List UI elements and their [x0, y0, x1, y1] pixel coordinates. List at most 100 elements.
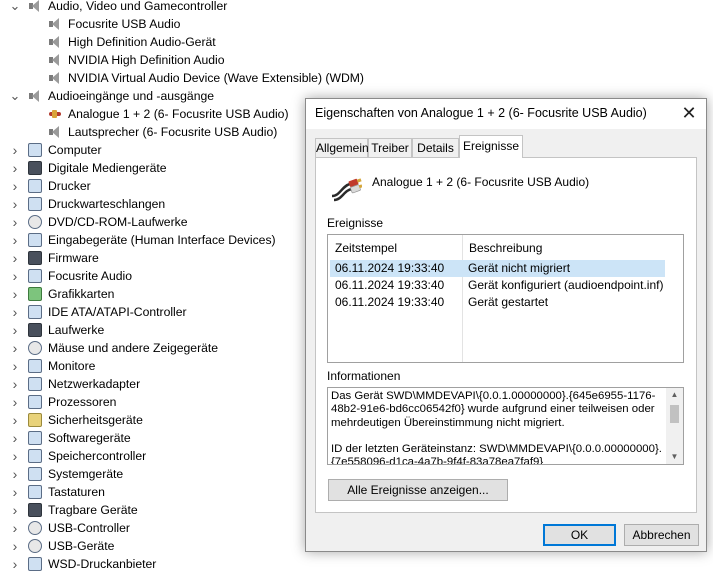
chevron-right-icon[interactable]: ›	[8, 339, 22, 357]
chevron-right-icon[interactable]: ›	[8, 321, 22, 339]
tree-item[interactable]: › Grafikkarten	[13, 285, 115, 303]
scroll-thumb[interactable]	[670, 405, 679, 423]
tree-item-label: Speichercontroller	[48, 449, 147, 463]
chevron-right-icon[interactable]: ›	[8, 483, 22, 501]
tree-item[interactable]: NVIDIA Virtual Audio Device (Wave Extens…	[48, 69, 364, 87]
tree-item[interactable]: › WSD-Druckanbieter	[13, 555, 157, 573]
tree-item[interactable]: ⌄ Audioeingänge und -ausgänge	[10, 87, 214, 105]
tree-item[interactable]: › Prozessoren	[13, 393, 117, 411]
tree-item[interactable]: › USB-Geräte	[13, 537, 115, 555]
chevron-right-icon[interactable]: ›	[8, 213, 22, 231]
chevron-right-icon[interactable]: ›	[8, 555, 22, 573]
events-section-label: Ereignisse	[327, 216, 384, 230]
events-panel: Analogue 1 + 2 (6- Focusrite USB Audio) …	[315, 157, 697, 513]
tree-item-label: NVIDIA High Definition Audio	[68, 53, 225, 67]
close-icon[interactable]: ✕	[676, 101, 702, 127]
tree-item[interactable]: Focusrite USB Audio	[48, 15, 180, 33]
ok-button[interactable]: OK	[543, 524, 616, 546]
tree-item-label: Drucker	[48, 179, 91, 193]
chevron-right-icon[interactable]: ›	[8, 177, 22, 195]
chevron-right-icon[interactable]: ›	[8, 393, 22, 411]
tab-ereignisse[interactable]: Ereignisse	[459, 135, 523, 158]
chevron-right-icon[interactable]: ›	[8, 375, 22, 393]
chevron-right-icon[interactable]: ›	[8, 267, 22, 285]
tree-item[interactable]: › Softwaregeräte	[13, 429, 131, 447]
tree-item[interactable]: › Laufwerke	[13, 321, 105, 339]
disc-drive-icon	[28, 215, 42, 229]
processor-icon	[28, 395, 42, 409]
scroll-down-icon[interactable]: ▼	[666, 450, 683, 464]
tree-item[interactable]: › Monitore	[13, 357, 96, 375]
tree-item[interactable]: › USB-Controller	[13, 519, 130, 537]
chevron-right-icon[interactable]: ›	[8, 501, 22, 519]
tree-item[interactable]: Analogue 1 + 2 (6- Focusrite USB Audio)	[48, 105, 289, 123]
tree-item[interactable]: ⌄ Audio, Video und Gamecontroller	[10, 0, 228, 15]
events-list[interactable]: Zeitstempel Beschreibung 06.11.2024 19:3…	[327, 234, 684, 363]
tree-item[interactable]: › DVD/CD-ROM-Laufwerke	[13, 213, 188, 231]
information-text: Das Gerät SWD\MMDEVAPI\{0.0.1.00000000}.…	[331, 390, 662, 465]
tree-item[interactable]: › Systemgeräte	[13, 465, 124, 483]
chevron-right-icon[interactable]: ›	[8, 159, 22, 177]
tree-item-label: Audio, Video und Gamecontroller	[48, 0, 228, 13]
information-textbox[interactable]: Das Gerät SWD\MMDEVAPI\{0.0.1.00000000}.…	[327, 387, 684, 465]
storage-controller-icon	[28, 449, 42, 463]
tree-item-label: Tastaturen	[48, 485, 105, 499]
event-row[interactable]: 06.11.2024 19:33:40 Gerät konfiguriert (a…	[330, 277, 665, 294]
tree-item[interactable]: › Sicherheitsgeräte	[13, 411, 143, 429]
chevron-right-icon[interactable]: ›	[8, 141, 22, 159]
tree-item-label: Laufwerke	[48, 323, 105, 337]
tree-item-label: USB-Controller	[48, 521, 130, 535]
tree-item[interactable]: › Focusrite Audio	[13, 267, 132, 285]
security-device-icon	[28, 413, 42, 427]
dialog-titlebar[interactable]: Eigenschaften von Analogue 1 + 2 (6- Foc…	[306, 99, 706, 129]
tree-item-label: Prozessoren	[48, 395, 117, 409]
dialog-title: Eigenschaften von Analogue 1 + 2 (6- Foc…	[315, 106, 647, 120]
chevron-right-icon[interactable]: ›	[8, 249, 22, 267]
tree-item-label: Netzwerkadapter	[48, 377, 141, 391]
tree-item[interactable]: › IDE ATA/ATAPI-Controller	[13, 303, 187, 321]
printer-icon	[28, 179, 42, 193]
tree-item[interactable]: › Speichercontroller	[13, 447, 147, 465]
chevron-right-icon[interactable]: ›	[8, 285, 22, 303]
tree-item-label: Softwaregeräte	[48, 431, 131, 445]
tree-item[interactable]: › Computer	[13, 141, 102, 159]
show-all-events-button[interactable]: Alle Ereignisse anzeigen...	[328, 479, 508, 501]
chevron-down-icon[interactable]: ⌄	[8, 87, 22, 105]
chevron-down-icon[interactable]: ⌄	[8, 0, 22, 15]
tree-item[interactable]: High Definition Audio-Gerät	[48, 33, 216, 51]
cancel-button[interactable]: Abbrechen	[624, 524, 699, 546]
tree-item[interactable]: › Tastaturen	[13, 483, 105, 501]
information-scrollbar[interactable]: ▲ ▼	[666, 388, 683, 464]
tree-item[interactable]: › Druckwarteschlangen	[13, 195, 166, 213]
tree-item[interactable]: › Netzwerkadapter	[13, 375, 141, 393]
column-header-zeitstempel[interactable]: Zeitstempel	[335, 241, 397, 255]
printer-icon	[28, 557, 42, 571]
tree-item[interactable]: › Tragbare Geräte	[13, 501, 138, 519]
event-row[interactable]: 06.11.2024 19:33:40 Gerät gestartet	[330, 294, 665, 311]
chevron-right-icon[interactable]: ›	[8, 447, 22, 465]
tree-item[interactable]: Lautsprecher (6- Focusrite USB Audio)	[48, 123, 277, 141]
chevron-right-icon[interactable]: ›	[8, 537, 22, 555]
speaker-icon	[28, 0, 42, 13]
chevron-right-icon[interactable]: ›	[8, 465, 22, 483]
tab-treiber[interactable]: Treiber	[368, 138, 412, 157]
tree-item[interactable]: NVIDIA High Definition Audio	[48, 51, 225, 69]
tab-details[interactable]: Details	[412, 138, 459, 157]
chevron-right-icon[interactable]: ›	[8, 411, 22, 429]
chevron-right-icon[interactable]: ›	[8, 357, 22, 375]
tree-item[interactable]: › Digitale Mediengeräte	[13, 159, 167, 177]
audio-cable-icon	[331, 178, 362, 202]
chevron-right-icon[interactable]: ›	[8, 429, 22, 447]
chevron-right-icon[interactable]: ›	[8, 231, 22, 249]
tree-item[interactable]: › Drucker	[13, 177, 91, 195]
scroll-up-icon[interactable]: ▲	[666, 388, 683, 402]
chevron-right-icon[interactable]: ›	[8, 519, 22, 537]
column-header-beschreibung[interactable]: Beschreibung	[469, 241, 542, 255]
chevron-right-icon[interactable]: ›	[8, 303, 22, 321]
tree-item[interactable]: › Mäuse und andere Zeigegeräte	[13, 339, 218, 357]
chevron-right-icon[interactable]: ›	[8, 195, 22, 213]
event-row[interactable]: 06.11.2024 19:33:40 Gerät nicht migriert	[330, 260, 665, 277]
tree-item[interactable]: › Firmware	[13, 249, 99, 267]
tree-item[interactable]: › Eingabegeräte (Human Interface Devices)	[13, 231, 276, 249]
tab-allgemein[interactable]: Allgemein	[315, 138, 369, 157]
